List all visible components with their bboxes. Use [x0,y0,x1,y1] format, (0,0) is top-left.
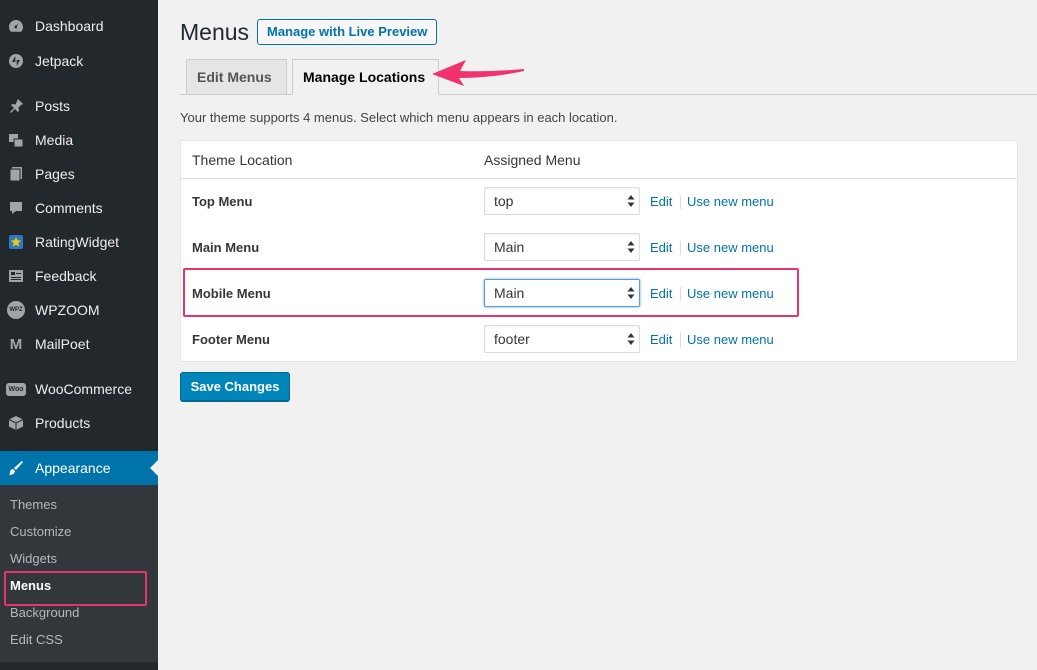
select-arrows-icon [627,333,635,345]
sidebar-item-label: Media [35,132,74,148]
submenu-item-themes[interactable]: Themes [10,497,57,512]
column-header-assigned-menu: Assigned Menu [484,152,581,168]
use-new-menu-link-top[interactable]: Use new menu [687,194,774,209]
location-label-top-menu: Top Menu [192,194,253,209]
menu-select-top[interactable]: top [484,187,640,215]
edit-link-footer[interactable]: Edit [650,332,672,347]
sidebar-item-mailpoet[interactable]: M MailPoet [0,327,158,361]
sidebar-item-media[interactable]: Media [0,123,158,157]
sidebar-item-label: MailPoet [35,336,90,352]
sidebar-item-label: WooCommerce [35,381,132,397]
sidebar-item-comments[interactable]: Comments [0,191,158,225]
select-value: top [494,193,514,209]
edit-link-top[interactable]: Edit [650,194,672,209]
sidebar-item-label: Appearance [35,460,111,476]
sidebar-item-label: Comments [35,200,103,216]
mobile-menu-highlight-box [183,268,799,317]
menus-highlight-box [4,571,147,606]
sidebar-item-posts[interactable]: Posts [0,89,158,123]
link-separator [680,195,681,209]
submenu-item-widgets[interactable]: Widgets [10,551,57,566]
tab-manage-locations[interactable]: Manage Locations [292,59,439,95]
sidebar-item-label: Posts [35,98,71,114]
locations-description: Your theme supports 4 menus. Select whic… [180,110,618,125]
menu-locations-table: Theme Location Assigned Menu Top Menu to… [180,140,1018,362]
sidebar-item-woocommerce[interactable]: Woo WooCommerce [0,372,158,406]
media-icon [6,130,26,150]
link-separator [680,333,681,347]
menu-select-main[interactable]: Main [484,233,640,261]
sidebar-item-dashboard[interactable]: Dashboard [0,9,158,43]
select-arrows-icon [627,195,635,207]
sidebar-item-appearance[interactable]: Appearance [0,451,158,485]
link-separator [680,241,681,255]
sidebar-item-label: Feedback [35,268,97,284]
mailpoet-icon: M [9,335,23,353]
sidebar-item-jetpack[interactable]: Jetpack [0,44,158,78]
sidebar-item-feedback[interactable]: Feedback [0,259,158,293]
select-arrows-icon [627,241,635,253]
table-header-divider [181,178,1017,179]
submenu-item-customize[interactable]: Customize [10,524,71,539]
brush-icon [6,458,26,478]
jetpack-icon [6,51,26,71]
column-header-theme-location: Theme Location [192,152,293,168]
submenu-item-edit-css[interactable]: Edit CSS [10,632,63,647]
use-new-menu-link-main[interactable]: Use new menu [687,240,774,255]
feedback-icon [6,266,26,286]
select-value: Main [494,239,525,255]
dashboard-icon [6,16,26,36]
comment-icon [6,198,26,218]
sidebar-item-label: WPZOOM [35,302,100,318]
rating-widget-icon [6,232,26,252]
tab-edit-menus[interactable]: Edit Menus [186,59,287,95]
sidebar-item-label: Pages [35,166,75,182]
pointer-arrow-icon [432,60,524,86]
location-label-footer-menu: Footer Menu [192,332,270,347]
sidebar-item-products[interactable]: Products [0,406,158,440]
sidebar-item-label: RatingWidget [35,234,120,250]
edit-link-main[interactable]: Edit [650,240,672,255]
location-label-main-menu: Main Menu [192,240,260,255]
select-value: footer [494,331,530,347]
admin-sidebar: Dashboard Jetpack Posts Media Pages Comm… [0,0,158,670]
products-icon [6,413,26,433]
sidebar-item-wpzoom[interactable]: WPZ WPZOOM [0,293,158,327]
sidebar-item-label: Jetpack [35,53,84,69]
manage-live-preview-button[interactable]: Manage with Live Preview [257,19,438,45]
sidebar-item-label: Dashboard [35,18,104,34]
pages-icon [6,164,26,184]
sidebar-item-label: Products [35,415,91,431]
save-changes-button[interactable]: Save Changes [180,372,290,401]
submenu-item-background[interactable]: Background [10,605,79,620]
sidebar-item-pages[interactable]: Pages [0,157,158,191]
woocommerce-icon: Woo [6,379,26,399]
page-title: Menus [180,19,250,45]
menu-select-footer[interactable]: footer [484,325,640,353]
wpzoom-icon: WPZ [6,300,26,320]
sidebar-item-ratingwidget[interactable]: RatingWidget [0,225,158,259]
use-new-menu-link-footer[interactable]: Use new menu [687,332,774,347]
pin-icon [6,96,26,116]
